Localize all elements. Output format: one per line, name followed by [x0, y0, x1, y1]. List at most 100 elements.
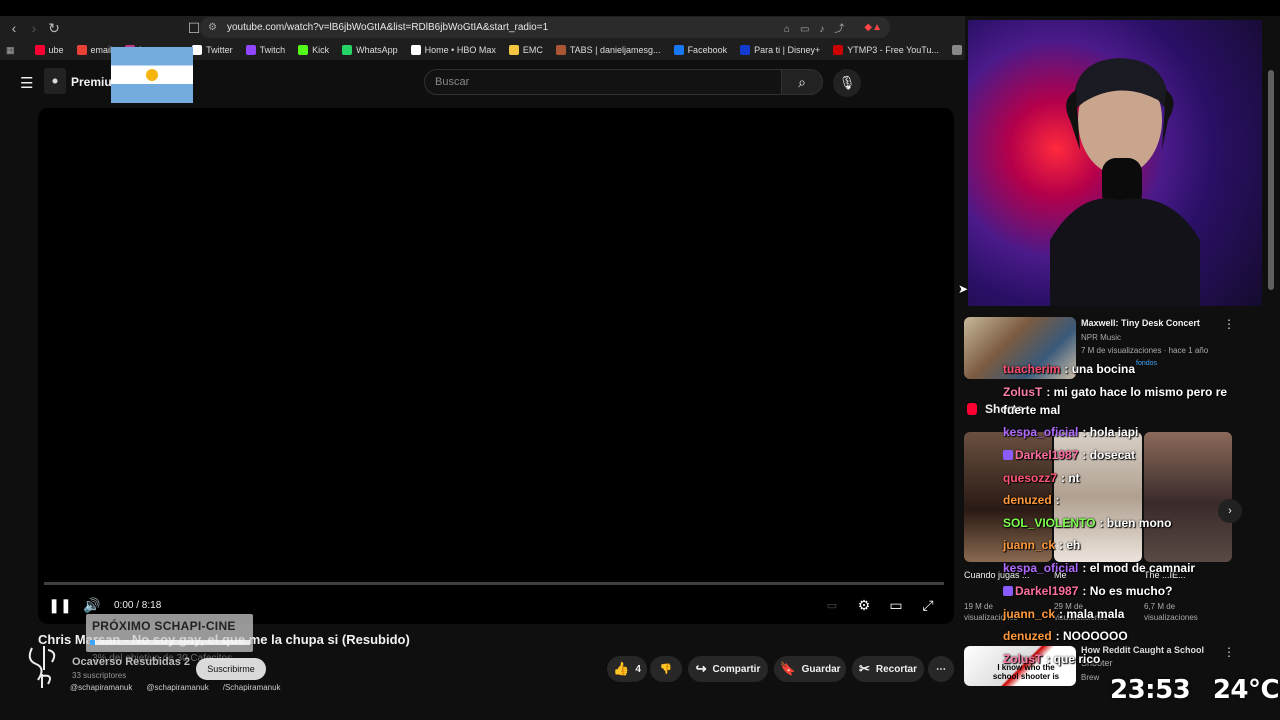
dislike-button[interactable]: 👎: [650, 656, 682, 682]
share-button[interactable]: ↪ Compartir: [688, 656, 768, 682]
rec-channel-1[interactable]: NPR Music: [1081, 333, 1121, 342]
bookmark-favicon-icon: [555, 45, 566, 55]
rec-title-1[interactable]: Maxwell: Tiny Desk Concert: [1081, 318, 1200, 328]
channel-name[interactable]: Ocaverso Resubidas 2: [72, 656, 190, 668]
rec-channel-2[interactable]: Brew: [1081, 673, 1099, 682]
thumbs-up-icon: 👍: [613, 661, 630, 676]
fullscreen-button[interactable]: ⤢: [912, 593, 944, 617]
subtitles-button[interactable]: ▭: [816, 593, 848, 617]
url-text: youtube.com/watch?v=lB6jbWoGtIA&list=RDl…: [226, 22, 549, 33]
like-button[interactable]: 👍 4: [607, 656, 647, 682]
chat-text: : No es mucho?: [1082, 584, 1173, 598]
like-count: 4: [635, 663, 641, 675]
bookmark-item[interactable]: ube: [34, 45, 64, 55]
stream-goal-bar: [90, 640, 250, 645]
shorts-icon: [967, 403, 977, 415]
subscribe-button[interactable]: Suscribirme: [196, 658, 266, 680]
chat-text: : que rico: [1046, 652, 1101, 666]
bookmark-item[interactable]: YTMP3 - Free YouTu...: [833, 45, 939, 55]
progress-bar[interactable]: [44, 582, 944, 585]
forward-icon[interactable]: ›: [24, 18, 44, 38]
bookmark-favicon-icon: [342, 45, 353, 55]
shorts-next-button[interactable]: ›: [1218, 499, 1242, 523]
gear-icon: ⚙: [857, 596, 871, 613]
chat-message: ZolusT: mi gato hace lo mismo pero re: [1003, 385, 1227, 399]
extension-ublock-icon[interactable]: ◆▲: [864, 22, 882, 33]
bookmark-favicon-icon: [76, 45, 87, 55]
bookmark-label: email: [90, 45, 113, 55]
chat-message: SOL_VIOLENTO: buen mono: [1003, 516, 1171, 530]
bookmark-item[interactable]: TABS | danieljamesg...: [555, 45, 661, 55]
title-bar: [0, 0, 1280, 16]
search-button[interactable]: ⌕: [781, 69, 823, 95]
bookmark-label: Kick: [312, 45, 330, 55]
bookmark-label: Facebook: [687, 45, 728, 55]
clock-temperature: 24°C: [1212, 675, 1280, 705]
site-info-icon[interactable]: ⚙: [208, 22, 217, 33]
bookmark-item[interactable]: Kick: [298, 45, 329, 55]
chat-text: : dosecat: [1082, 448, 1136, 462]
clock-overlay: 23:53 24°C: [1110, 675, 1280, 705]
overlay-sparkle-icon: [44, 68, 66, 94]
bookmark-item[interactable]: Facebook: [673, 45, 728, 55]
chat-text: : buen mono: [1099, 516, 1172, 530]
settings-button[interactable]: ⚙: [848, 593, 880, 617]
chat-message: denuzed:: [1003, 493, 1060, 507]
bookmark-item[interactable]: EMC: [508, 45, 543, 55]
bookmark-favicon-icon: [410, 45, 421, 55]
extension-icons[interactable]: ⌂▭♪⤴: [784, 20, 855, 35]
chat-username: Darkel1987: [1015, 584, 1079, 598]
rec-menu-icon-1[interactable]: ⋮: [1223, 317, 1235, 331]
bookmark-item[interactable]: Twitter: [192, 45, 233, 55]
scissors-icon: ✂: [858, 661, 870, 676]
microphone-icon: 🎙: [838, 75, 856, 90]
pause-button[interactable]: ❚❚: [44, 593, 76, 617]
bookmark-item[interactable]: Para ti | Disney+: [740, 45, 820, 55]
short-views-3: 6,7 M de visualizaciones: [1144, 602, 1198, 622]
bookmark-favicon-icon: [298, 45, 309, 55]
short-thumbnail-3[interactable]: [1144, 432, 1232, 562]
chat-message: Darkel1987: dosecat: [1003, 448, 1135, 462]
streamer-logo: [28, 646, 56, 688]
clip-label: Recortar: [875, 663, 918, 675]
address-bar[interactable]: ⚙ youtube.com/watch?v=lB6jbWoGtIA&list=R…: [200, 17, 890, 38]
bookmark-label: WhatsApp: [356, 45, 398, 55]
chat-text: : mala mala: [1059, 607, 1125, 621]
volume-icon: 🔊: [83, 596, 101, 613]
mouse-cursor-icon: ➤: [958, 282, 969, 296]
video-player[interactable]: [38, 108, 954, 624]
apps-grid-icon[interactable]: ▦: [6, 45, 15, 56]
chat-text: : NOOOOOO: [1055, 629, 1128, 643]
menu-icon[interactable]: ☰: [20, 74, 33, 92]
theater-mode-button[interactable]: ▭: [880, 593, 912, 617]
save-button[interactable]: 🔖 Guardar: [774, 656, 846, 682]
bookmark-item[interactable]: Twitch: [245, 45, 285, 55]
chat-message: juann_ck: eh: [1003, 538, 1080, 552]
bookmark-item[interactable]: WhatsApp: [342, 45, 398, 55]
search-input[interactable]: Buscar: [424, 69, 782, 95]
more-icon: ⋯: [936, 663, 946, 675]
chat-username: Darkel1987: [1015, 448, 1079, 462]
sidebar-scrollbar[interactable]: [1268, 70, 1274, 290]
rec-meta-1: 7 M de visualizaciones · hace 1 año: [1081, 346, 1209, 355]
rec-menu-icon-2[interactable]: ⋮: [1223, 645, 1235, 659]
chat-message: fuerte mal: [1003, 403, 1060, 417]
chat-message: kespa_oficial: hola iapi: [1003, 425, 1138, 439]
clip-button[interactable]: ✂ Recortar: [852, 656, 924, 682]
thumbs-down-icon: 👎: [659, 663, 673, 675]
bookmark-item[interactable]: Home • HBO Max: [410, 45, 496, 55]
bookmark-favicon-icon: [951, 45, 962, 55]
more-actions-button[interactable]: ⋯: [928, 656, 954, 682]
share-icon: ↪: [695, 661, 707, 676]
chat-text: fuerte mal: [1003, 403, 1061, 417]
voice-search-button[interactable]: 🎙: [833, 69, 861, 97]
search-placeholder: Buscar: [435, 76, 470, 88]
reload-icon[interactable]: ↻: [44, 18, 64, 38]
chat-username: SOL_VIOLENTO: [1003, 516, 1096, 530]
chat-username: juann_ck: [1003, 538, 1056, 552]
subscriber-badge-icon: [1003, 586, 1013, 596]
back-icon[interactable]: ‹: [4, 18, 24, 38]
chat-username: ZolusT: [1003, 652, 1043, 666]
bookmark-item[interactable]: email: [76, 45, 113, 55]
bookmark-label: Twitter: [206, 45, 233, 55]
